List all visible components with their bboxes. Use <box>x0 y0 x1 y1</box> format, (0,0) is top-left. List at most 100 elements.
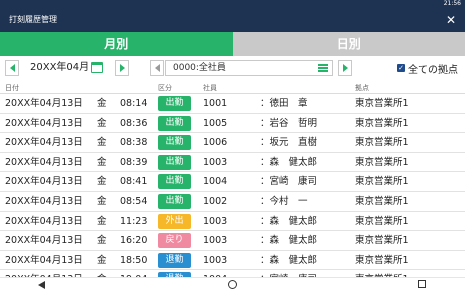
cell-site: 東京営業所1 <box>355 176 409 188</box>
filter-bar: 20XX年04月 0000:全社員 ✓ 全ての拠点 <box>0 58 465 80</box>
list-icon <box>318 64 328 72</box>
kubun-badge: 出勤 <box>158 154 191 170</box>
next-employee-button[interactable] <box>338 60 352 76</box>
kubun-badge: 出勤 <box>158 174 191 190</box>
table-row[interactable]: 20XX年04月13日 金 08:39 1003 ：森 健太郎 東京営業所1 出勤 <box>0 153 465 173</box>
cell-site: 東京営業所1 <box>355 137 409 149</box>
table-row[interactable]: 20XX年04月13日 金 08:36 1005 ：岩谷 哲明 東京営業所1 出勤 <box>0 114 465 134</box>
cell-date: 20XX年04月13日 <box>5 254 83 266</box>
punch-history-list[interactable]: 20XX年04月13日金 08:14 1001 ：徳田 章東京営業所1 出勤 20XX年0… <box>0 94 465 277</box>
table-row[interactable]: 20XX年04月13日金19:041004：宮崎 康司東京営業所1退勤 <box>0 270 465 277</box>
page-title: 打刻履歴管理 <box>9 15 57 24</box>
cell-site: 東京営業所1 <box>355 270 409 277</box>
chevron-left-icon <box>154 64 160 72</box>
cell-time: 08:38 <box>120 137 148 149</box>
cell-date: 20XX年04月13日 <box>5 98 83 109</box>
column-header-site: 拠点 <box>355 84 369 92</box>
kubun-badge: 外出 <box>158 213 191 229</box>
cell-weekday: 金 <box>97 270 107 277</box>
cell-date: 20XX年04月13日 <box>5 215 83 227</box>
cell-weekday: 金 <box>97 235 107 247</box>
cell-weekday: 金 <box>97 195 107 207</box>
kubun-badge: 出勤 <box>158 115 191 131</box>
month-value: 20XX年04月 <box>30 62 90 73</box>
all-sites-label: 全ての拠点 <box>408 64 458 76</box>
cell-time: 19:04 <box>120 270 147 277</box>
cell-weekday: 金 <box>97 176 107 188</box>
cell-site: 東京営業所1 <box>355 195 409 207</box>
table-header: 日付 区分 社員 拠点 <box>0 82 465 94</box>
kubun-badge: 退勤 <box>158 252 191 268</box>
system-nav-bar <box>0 277 465 291</box>
kubun-badge: 出勤 <box>158 135 191 151</box>
cell-employee-no: 1004 <box>203 176 228 188</box>
table-row[interactable]: 20XX年04月13日 金 11:23 1003 ：森 健太郎 東京営業所1 外出 <box>0 212 465 232</box>
cell-weekday: 金 <box>97 98 107 109</box>
cell-employee-name: ：森 健太郎 <box>260 254 318 266</box>
back-icon[interactable] <box>38 280 52 290</box>
checkbox-checked-icon: ✓ <box>397 64 405 72</box>
cell-weekday: 金 <box>97 156 107 168</box>
cell-employee-no: 1003 <box>203 254 228 266</box>
cell-time: 08:14 <box>120 98 148 109</box>
table-row[interactable]: 20XX年04月13日 金 16:20 1003 ：森 健太郎 東京営業所1 戻り <box>0 231 465 251</box>
cell-site: 東京営業所1 <box>355 117 409 129</box>
tab-daily[interactable]: 日別 <box>232 32 465 56</box>
cell-date: 20XX年04月13日 <box>5 235 83 247</box>
cell-employee-name: ：坂元 直樹 <box>260 137 318 149</box>
prev-month-button[interactable] <box>5 60 19 76</box>
table-row[interactable]: 20XX年04月13日 金 08:38 1006 ：坂元 直樹 東京営業所1 出勤 <box>0 133 465 153</box>
cell-time: 08:39 <box>120 156 148 168</box>
cell-employee-no: 1001 <box>203 98 228 109</box>
cell-employee-no: 1004 <box>203 270 227 277</box>
chevron-right-icon <box>119 64 125 72</box>
close-icon[interactable]: ✕ <box>446 8 456 32</box>
all-sites-checkbox[interactable]: ✓ 全ての拠点 <box>397 60 458 76</box>
table-row[interactable]: 20XX年04月13日 金 08:41 1004 ：宮崎 康司 東京営業所1 出勤 <box>0 172 465 192</box>
cell-site: 東京営業所1 <box>355 98 409 109</box>
cell-employee-no: 1002 <box>203 195 228 207</box>
cell-employee-name: ：宮崎 康司 <box>260 270 317 277</box>
chevron-right-icon <box>342 64 348 72</box>
table-row[interactable]: 20XX年04月13日 金 08:54 1002 ：今村 一 東京営業所1 出勤 <box>0 192 465 212</box>
cell-time: 16:20 <box>120 235 148 247</box>
cell-employee-no: 1003 <box>203 235 228 247</box>
chevron-left-icon <box>9 64 15 72</box>
next-month-button[interactable] <box>115 60 129 76</box>
cell-employee-no: 1003 <box>203 156 228 168</box>
table-row[interactable]: 20XX年04月13日 金 08:14 1001 ：徳田 章 東京営業所1 出勤 <box>0 94 465 114</box>
recent-apps-icon[interactable] <box>418 280 432 290</box>
cell-date: 20XX年04月13日 <box>5 195 83 207</box>
cell-employee-no: 1005 <box>203 117 228 129</box>
cell-weekday: 金 <box>97 254 107 266</box>
table-row[interactable]: 20XX年04月13日 金 18:50 1003 ：森 健太郎 東京営業所1 退勤 <box>0 251 465 271</box>
prev-employee-button[interactable] <box>150 60 164 76</box>
column-header-date: 日付 <box>5 84 19 92</box>
kubun-badge: 戻り <box>158 233 191 249</box>
cell-employee-no: 1003 <box>203 215 228 227</box>
cell-employee-name: ：森 健太郎 <box>260 235 318 247</box>
employee-select[interactable]: 0000:全社員 <box>165 60 333 76</box>
calendar-icon[interactable] <box>91 62 103 73</box>
cell-time: 08:36 <box>120 117 148 129</box>
cell-site: 東京営業所1 <box>355 156 409 168</box>
cell-time: 08:54 <box>120 195 148 207</box>
cell-employee-name: ：森 健太郎 <box>260 156 318 168</box>
cell-site: 東京営業所1 <box>355 215 409 227</box>
kubun-badge: 出勤 <box>158 193 191 209</box>
cell-time: 08:41 <box>120 176 148 188</box>
cell-date: 20XX年04月13日 <box>5 270 83 277</box>
cell-time: 18:50 <box>120 254 148 266</box>
column-header-kubun: 区分 <box>158 84 172 92</box>
cell-employee-name: ：森 健太郎 <box>260 215 318 227</box>
cell-employee-name: ：宮崎 康司 <box>260 176 318 188</box>
title-bar: 打刻履歴管理 ✕ <box>0 8 465 32</box>
cell-employee-name: ：岩谷 哲明 <box>260 117 318 129</box>
status-bar: 21:56 <box>0 0 465 8</box>
cell-date: 20XX年04月13日 <box>5 117 83 129</box>
cell-employee-no: 1006 <box>203 137 228 149</box>
cell-weekday: 金 <box>97 137 107 149</box>
home-icon[interactable] <box>228 280 242 290</box>
cell-weekday: 金 <box>97 215 107 227</box>
tab-monthly[interactable]: 月別 <box>0 32 233 56</box>
